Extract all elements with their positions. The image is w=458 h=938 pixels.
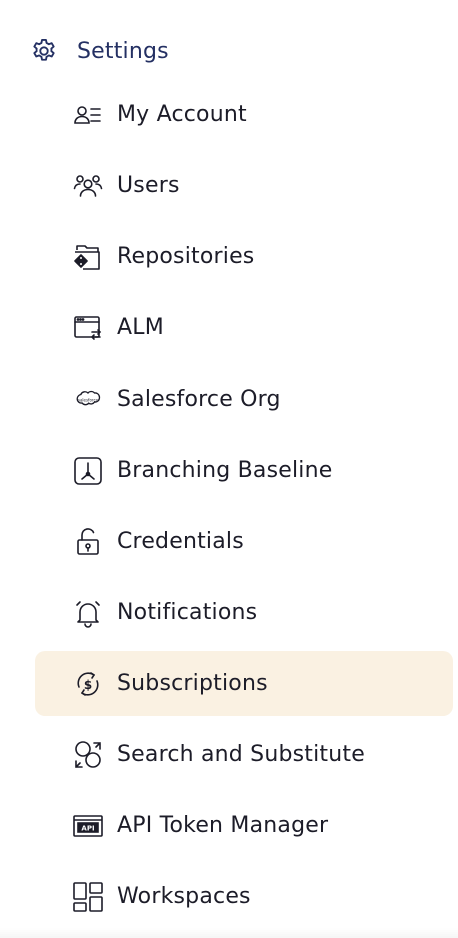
repository-icon: [72, 241, 104, 273]
menu-item-label: Notifications: [117, 600, 258, 625]
menu-item-my-account[interactable]: My Account: [35, 82, 453, 147]
menu-item-label: Credentials: [117, 529, 244, 554]
menu-item-api-token-manager[interactable]: API API Token Manager: [35, 793, 453, 858]
svg-text:API: API: [81, 824, 94, 832]
menu-item-users[interactable]: Users: [35, 153, 453, 218]
account-icon: [72, 99, 104, 131]
settings-header[interactable]: Settings: [30, 34, 169, 68]
menu-item-label: Branching Baseline: [117, 458, 333, 483]
api-icon: API: [72, 810, 104, 842]
menu-item-subscriptions[interactable]: $ Subscriptions: [35, 651, 453, 716]
svg-text:$: $: [84, 678, 92, 692]
menu-item-notifications[interactable]: Notifications: [35, 580, 453, 645]
menu-item-label: My Account: [117, 102, 247, 127]
menu-item-alm[interactable]: ALM: [35, 295, 453, 360]
lock-icon: [72, 526, 104, 558]
bottom-divider: [0, 928, 458, 938]
menu-item-search-and-substitute[interactable]: Search and Substitute: [35, 722, 453, 787]
workspaces-icon: [72, 881, 104, 913]
branching-icon: [72, 455, 104, 487]
search-substitute-icon: [72, 739, 104, 771]
menu-item-label: API Token Manager: [117, 813, 329, 838]
menu-item-label: Workspaces: [117, 884, 251, 909]
menu-item-workspaces[interactable]: Workspaces: [35, 864, 453, 929]
salesforce-icon: salesforce: [72, 384, 104, 416]
settings-title: Settings: [77, 38, 169, 64]
menu-item-label: Users: [117, 173, 180, 198]
menu-item-label: Subscriptions: [117, 671, 268, 696]
menu-item-label: Repositories: [117, 244, 255, 269]
alm-icon: [72, 312, 104, 344]
menu-item-label: Search and Substitute: [117, 742, 365, 767]
menu-item-label: ALM: [117, 315, 164, 340]
menu-item-branching-baseline[interactable]: Branching Baseline: [35, 438, 453, 503]
subscription-icon: $: [72, 668, 104, 700]
users-icon: [72, 170, 104, 202]
menu-item-repositories[interactable]: Repositories: [35, 224, 453, 289]
svg-text:salesforce: salesforce: [78, 397, 99, 402]
gear-icon: [30, 37, 58, 65]
menu-item-salesforce-org[interactable]: salesforce Salesforce Org: [35, 367, 453, 432]
menu-item-credentials[interactable]: Credentials: [35, 509, 453, 574]
menu-item-label: Salesforce Org: [117, 387, 281, 412]
bell-icon: [72, 597, 104, 629]
